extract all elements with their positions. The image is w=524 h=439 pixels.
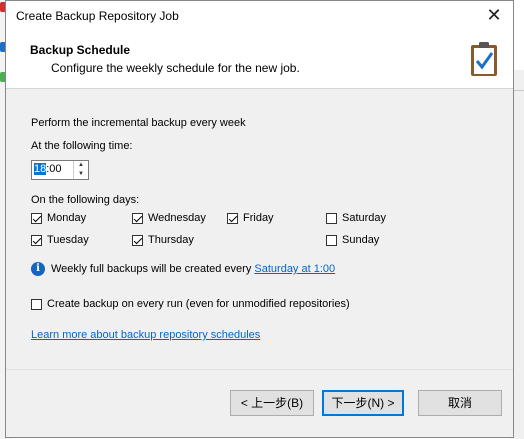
spin-up-icon[interactable]: ▲ [74, 161, 88, 170]
info-icon: i [31, 262, 45, 276]
sunday-checkbox[interactable] [326, 235, 337, 246]
wednesday-checkbox[interactable] [132, 213, 143, 224]
clipboard-check-icon [471, 42, 497, 76]
time-spinner[interactable]: 18:00 ▲ ▼ [31, 160, 89, 180]
monday-label: Monday [47, 212, 87, 224]
friday-checkbox[interactable] [227, 213, 238, 224]
friday-label: Friday [243, 212, 274, 224]
create-backup-job-dialog: Create Backup Repository Job ✕ Backup Sc… [5, 0, 514, 438]
saturday-checkbox[interactable] [326, 213, 337, 224]
wednesday-label: Wednesday [148, 212, 206, 224]
schedule-panel [6, 89, 513, 369]
page-subtitle: Configure the weekly schedule for the ne… [51, 61, 300, 75]
days-label: On the following days: [31, 194, 140, 206]
title-bar: Create Backup Repository Job ✕ [6, 1, 513, 32]
footer-divider [6, 369, 513, 370]
create-every-run-checkbox[interactable] [31, 299, 42, 310]
spin-down-icon[interactable]: ▼ [74, 170, 88, 179]
saturday-label: Saturday [342, 212, 387, 224]
page-title: Backup Schedule [30, 43, 131, 57]
time-label: At the following time: [31, 140, 133, 152]
learn-more-link[interactable]: Learn more about backup repository sched… [31, 329, 260, 341]
wizard-header: Backup Schedule Configure the weekly sch… [6, 32, 513, 89]
next-button[interactable]: 下一步(N) > [322, 390, 404, 416]
create-every-run-label: Create backup on every run (even for unm… [47, 298, 350, 310]
tuesday-label: Tuesday [47, 234, 89, 246]
time-hour: 18 [34, 163, 47, 175]
back-button[interactable]: < 上一步(B) [230, 390, 314, 416]
time-minutes: :00 [46, 163, 62, 175]
thursday-checkbox[interactable] [132, 235, 143, 246]
thursday-label: Thursday [148, 234, 194, 246]
info-line: Weekly full backups will be created ever… [51, 263, 335, 275]
window-title: Create Backup Repository Job [16, 9, 179, 23]
intro-text: Perform the incremental backup every wee… [31, 117, 246, 129]
sunday-label: Sunday [342, 234, 380, 246]
info-text: Weekly full backups will be created ever… [51, 263, 252, 275]
monday-checkbox[interactable] [31, 213, 42, 224]
tuesday-checkbox[interactable] [31, 235, 42, 246]
full-backup-schedule-link[interactable]: Saturday at 1:00 [254, 263, 335, 275]
close-icon[interactable]: ✕ [481, 4, 507, 28]
cancel-button[interactable]: 取消 [418, 390, 502, 416]
